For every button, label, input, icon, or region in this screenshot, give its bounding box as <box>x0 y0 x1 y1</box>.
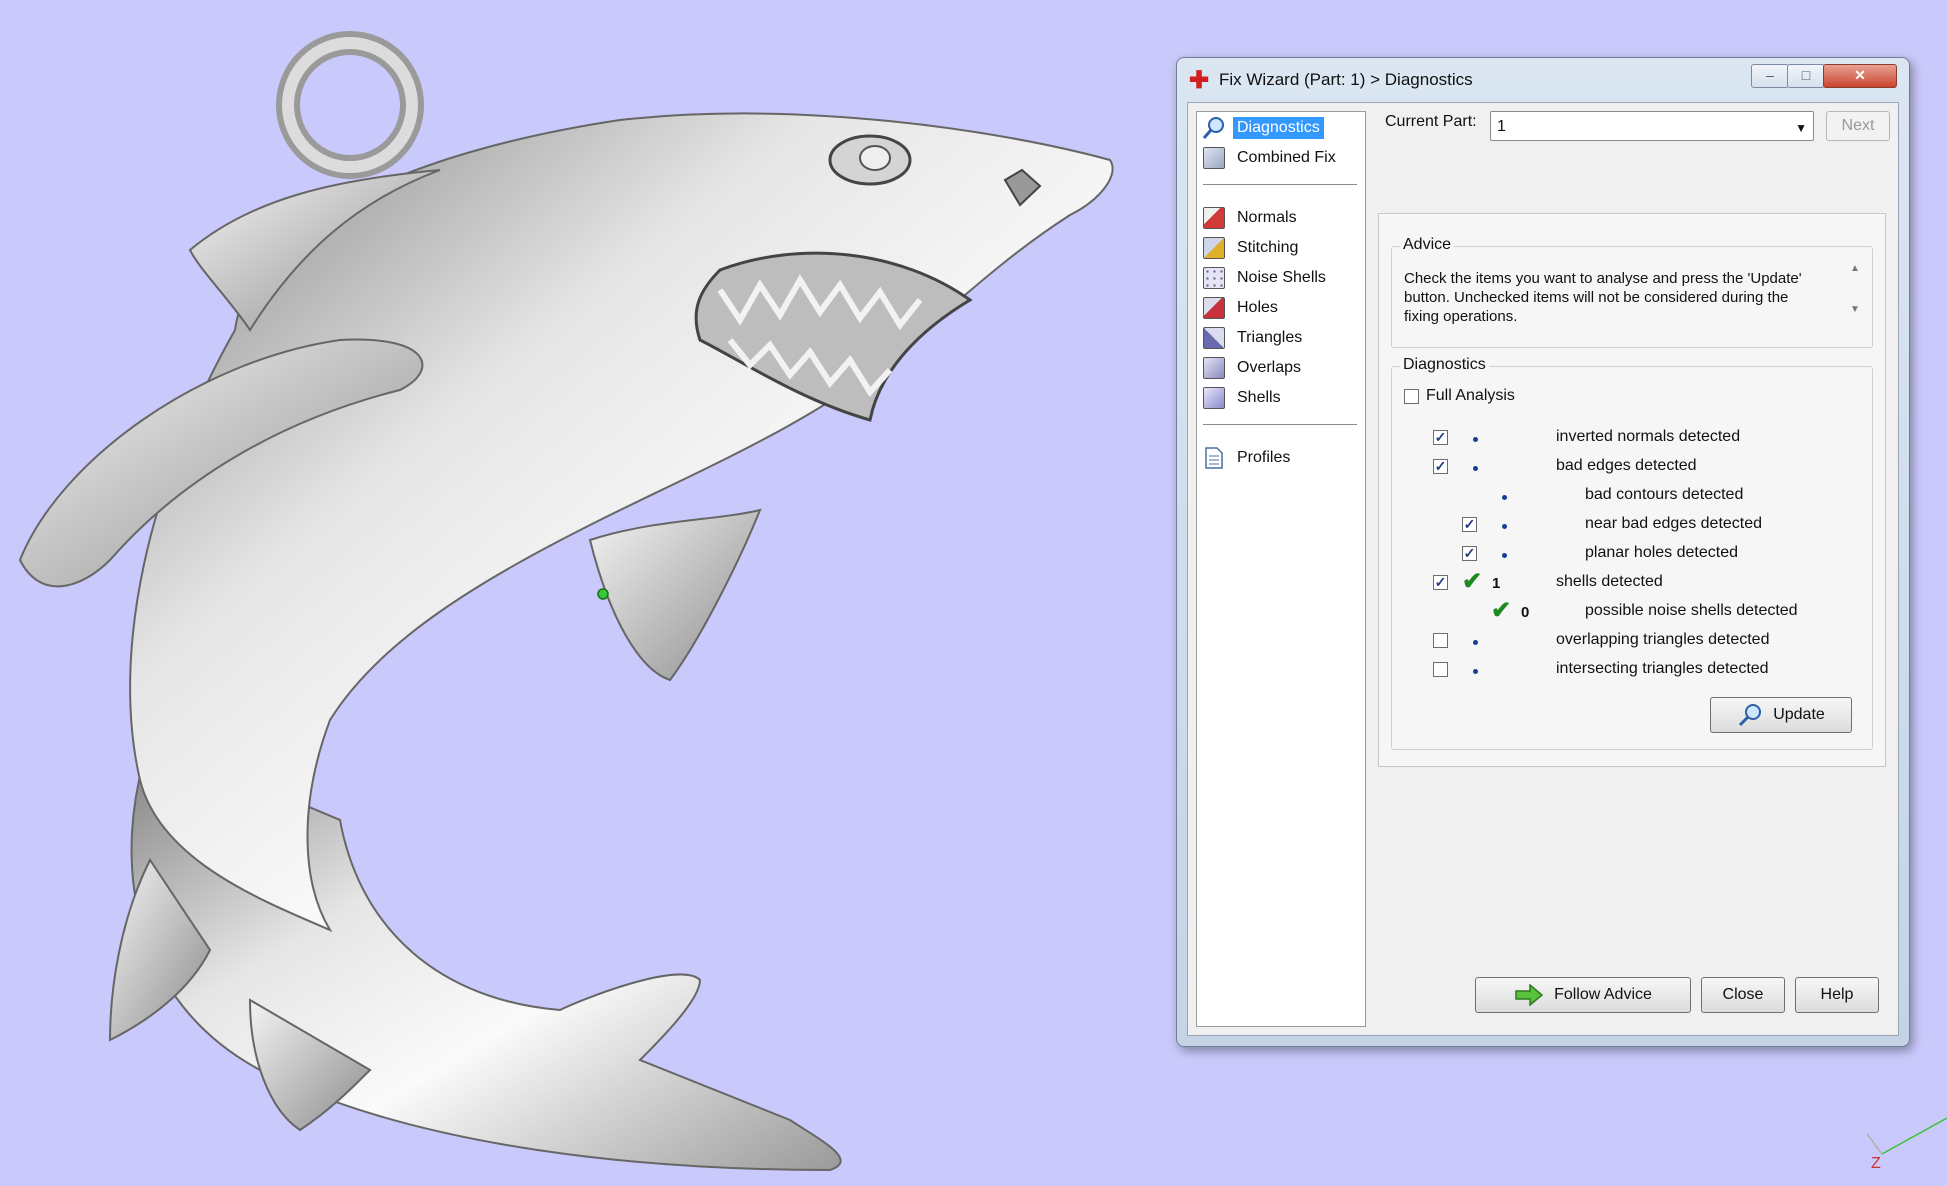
shells-checkbox[interactable]: ✓ <box>1433 575 1448 590</box>
nav-item-label: Overlaps <box>1237 359 1302 376</box>
full-analysis-checkbox[interactable] <box>1404 389 1419 404</box>
magnifier-icon <box>1201 115 1227 141</box>
diag-row-label: possible noise shells detected <box>1585 602 1798 619</box>
scroll-down-icon[interactable]: ▼ <box>1846 304 1864 315</box>
diag-row-label: overlapping triangles detected <box>1556 631 1770 648</box>
overlapping-triangles-checkbox[interactable] <box>1433 633 1448 648</box>
close-window-button[interactable]: ✕ <box>1823 64 1897 88</box>
next-button[interactable]: Next <box>1826 111 1890 141</box>
nav-item-holes[interactable]: Holes <box>1201 294 1361 322</box>
advice-title: Advice <box>1400 236 1455 254</box>
normals-cube-icon <box>1201 205 1227 231</box>
advice-group: Advice Check the items you want to analy… <box>1391 236 1873 348</box>
noise-shells-count: 0 <box>1521 604 1530 621</box>
nav-item-stitching[interactable]: Stitching <box>1201 234 1361 262</box>
title-bar[interactable]: ✚ Fix Wizard (Part: 1) > Diagnostics – □… <box>1177 58 1909 100</box>
current-part-select[interactable]: 1 ▼ <box>1490 111 1814 141</box>
minimize-button[interactable]: – <box>1751 64 1789 88</box>
nav-divider <box>1203 424 1357 425</box>
nav-item-label: Normals <box>1237 209 1297 226</box>
nav-item-overlaps[interactable]: Overlaps <box>1201 354 1361 382</box>
diag-row-label: shells detected <box>1556 573 1663 590</box>
diag-row-label: bad contours detected <box>1585 486 1744 503</box>
nav-item-profiles[interactable]: Profiles <box>1201 444 1361 472</box>
nav-item-label: Stitching <box>1237 239 1299 256</box>
checkmark-icon: ✔ <box>1462 568 1483 595</box>
shells-count: 1 <box>1492 575 1501 592</box>
diagnostics-group: Diagnostics Full Analysis ✓ inverted nor… <box>1391 356 1873 750</box>
nav-item-label: Combined Fix <box>1237 149 1336 166</box>
shells-cube-icon <box>1201 385 1227 411</box>
current-part-label: Current Part: <box>1385 113 1477 130</box>
wizard-nav-list: Diagnostics Combined Fix Normals Stitchi… <box>1196 111 1366 1027</box>
help-button[interactable]: Help <box>1795 977 1879 1013</box>
nav-item-label: Profiles <box>1237 449 1291 466</box>
nav-item-label: Noise Shells <box>1237 269 1326 286</box>
update-button[interactable]: Update <box>1710 697 1852 733</box>
maximize-button[interactable]: □ <box>1787 64 1825 88</box>
status-dot-icon <box>1502 524 1507 529</box>
nav-divider <box>1203 184 1357 185</box>
status-dot-icon <box>1473 640 1478 645</box>
close-button[interactable]: Close <box>1701 977 1785 1013</box>
diag-row-label: bad edges detected <box>1556 457 1697 474</box>
diag-row-label: near bad edges detected <box>1585 515 1763 532</box>
triangles-cube-icon <box>1201 325 1227 351</box>
red-cross-icon: ✚ <box>1189 67 1210 94</box>
green-arrow-icon <box>1515 984 1544 1006</box>
fix-wizard-dialog: ✚ Fix Wizard (Part: 1) > Diagnostics – □… <box>1176 57 1910 1047</box>
nav-item-normals[interactable]: Normals <box>1201 204 1361 232</box>
noise-shells-icon <box>1201 265 1227 291</box>
status-dot-icon <box>1502 495 1507 500</box>
cube-icon <box>1201 145 1227 171</box>
update-label: Update <box>1773 706 1825 723</box>
diag-row-label: planar holes detected <box>1585 544 1738 561</box>
diag-row-label: intersecting triangles detected <box>1556 660 1769 677</box>
overlaps-cube-icon <box>1201 355 1227 381</box>
nav-item-label: Diagnostics <box>1233 117 1324 139</box>
scroll-up-icon[interactable]: ▲ <box>1846 263 1864 274</box>
bad-edges-checkbox[interactable]: ✓ <box>1433 459 1448 474</box>
nav-item-noise-shells[interactable]: Noise Shells <box>1201 264 1361 292</box>
nav-item-label: Shells <box>1237 389 1281 406</box>
diag-row-label: inverted normals detected <box>1556 428 1741 445</box>
checkmark-icon: ✔ <box>1491 597 1512 624</box>
advice-text: Check the items you want to analyse and … <box>1404 270 1802 325</box>
diagnostics-title: Diagnostics <box>1400 356 1489 374</box>
nav-item-combined-fix[interactable]: Combined Fix <box>1201 144 1361 172</box>
advice-scrollbar[interactable]: ▲ ▼ <box>1846 263 1864 327</box>
shark-pendant-model <box>18 31 1114 1172</box>
status-dot-icon <box>1473 669 1478 674</box>
intersecting-triangles-checkbox[interactable] <box>1433 662 1448 677</box>
follow-advice-button[interactable]: Follow Advice <box>1475 977 1691 1013</box>
planar-holes-checkbox[interactable]: ✓ <box>1462 546 1477 561</box>
document-icon <box>1201 445 1227 471</box>
status-dot-icon <box>1473 437 1478 442</box>
current-part-value: 1 <box>1497 118 1506 135</box>
window-title: Fix Wizard (Part: 1) > Diagnostics <box>1219 70 1473 89</box>
diagnostics-panel: Advice Check the items you want to analy… <box>1378 213 1886 767</box>
follow-advice-label: Follow Advice <box>1554 986 1652 1003</box>
nav-item-diagnostics[interactable]: Diagnostics <box>1201 114 1361 142</box>
nav-item-shells[interactable]: Shells <box>1201 384 1361 412</box>
near-bad-edges-checkbox[interactable]: ✓ <box>1462 517 1477 532</box>
stitching-cube-icon <box>1201 235 1227 261</box>
inverted-normals-checkbox[interactable]: ✓ <box>1433 430 1448 445</box>
nav-item-label: Triangles <box>1237 329 1303 346</box>
nav-item-triangles[interactable]: Triangles <box>1201 324 1361 352</box>
status-dot-icon <box>1502 553 1507 558</box>
magnifier-icon <box>1739 704 1762 727</box>
dialog-client-area: Diagnostics Combined Fix Normals Stitchi… <box>1187 102 1899 1036</box>
status-dot-icon <box>1473 466 1478 471</box>
axis-z-label: Z <box>1871 1155 1881 1172</box>
full-analysis-label: Full Analysis <box>1426 387 1515 404</box>
chevron-down-icon: ▼ <box>1795 121 1807 135</box>
holes-cube-icon <box>1201 295 1227 321</box>
nav-item-label: Holes <box>1237 299 1278 316</box>
